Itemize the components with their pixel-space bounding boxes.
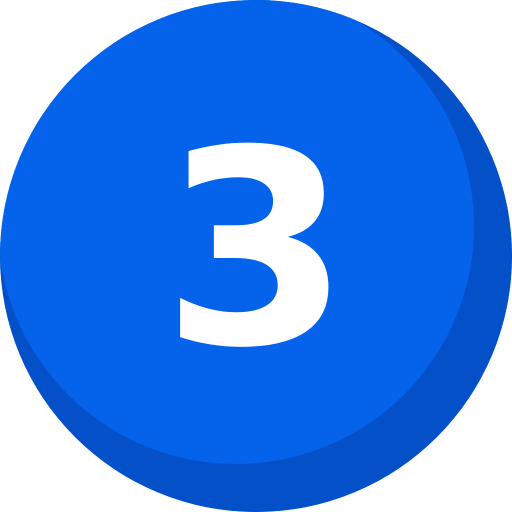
badge-number-label: 3 [162, 92, 350, 407]
number-badge: 3 [0, 0, 512, 512]
